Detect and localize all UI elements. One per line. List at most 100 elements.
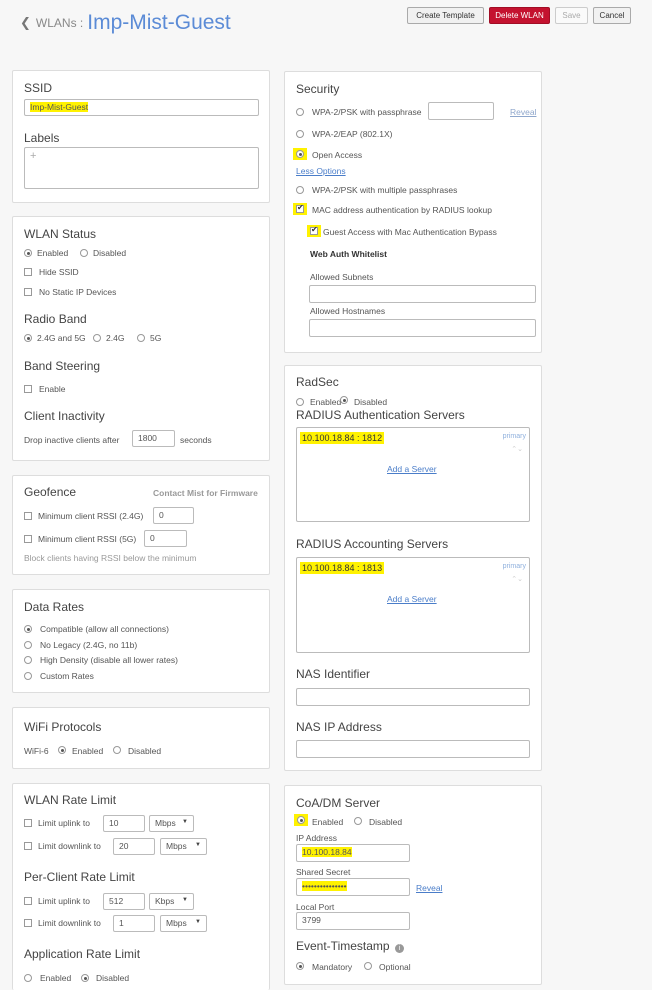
uplink-label: Limit uplink to (38, 818, 90, 828)
acct-server-entry[interactable]: 10.100.18.84 : 1813 (300, 562, 385, 574)
auth-servers-list: 10.100.18.84 : 1812 primary ⌃⌄ Add a Ser… (296, 427, 530, 522)
app-disabled-radio[interactable] (81, 974, 89, 982)
downlink-input[interactable]: 20 (113, 838, 155, 855)
coa-ip-label: IP Address (296, 833, 337, 843)
coa-disabled-radio[interactable] (354, 817, 362, 825)
uplink-input[interactable]: 10 (103, 815, 145, 832)
coa-heading: CoA/DM Server (296, 796, 381, 810)
radsec-enabled-radio[interactable] (296, 398, 304, 406)
nas-ip-input[interactable] (296, 740, 530, 758)
nas-id-input[interactable] (296, 688, 530, 706)
delete-wlan-button[interactable]: Delete WLAN (489, 7, 550, 24)
coa-port-input[interactable]: 3799 (296, 912, 410, 930)
downlink-checkbox[interactable] (24, 842, 32, 850)
less-options-link[interactable]: Less Options (296, 166, 346, 176)
band-steering-label: Enable (39, 384, 66, 394)
open-access-radio[interactable] (296, 150, 304, 158)
wifi6-disabled-radio[interactable] (113, 746, 121, 754)
guest-bypass-label: Guest Access with Mac Authentication Byp… (323, 227, 497, 237)
info-icon[interactable]: i (394, 944, 404, 953)
band-5-label: 5G (150, 333, 162, 343)
acct-add-server-link[interactable]: Add a Server (387, 594, 437, 604)
back-chevron-icon[interactable]: ❮ (20, 15, 31, 31)
min-rssi-5-checkbox[interactable] (24, 535, 32, 543)
coa-enabled-label: Enabled (312, 817, 344, 827)
min-rssi-24-input[interactable]: 0 (153, 507, 194, 524)
mac-auth-label: MAC address authentication by RADIUS loo… (312, 205, 493, 215)
cancel-button[interactable]: Cancel (593, 7, 631, 24)
status-enabled-radio[interactable] (24, 249, 32, 257)
optional-label: Optional (379, 962, 411, 972)
radsec-enabled-label: Enabled (310, 397, 342, 407)
radsec-disabled-radio[interactable] (340, 396, 348, 404)
pc-downlink-input[interactable]: 1 (113, 915, 155, 932)
drop-inactive-unit: seconds (180, 435, 212, 445)
rate-compatible-radio[interactable] (24, 625, 32, 633)
data-rates-card: Data Rates Compatible (allow all connect… (12, 589, 270, 693)
coa-card: CoA/DM Server Enabled Disabled IP Addres… (284, 785, 542, 985)
allowed-subnets-input[interactable] (309, 285, 536, 303)
coa-enabled-radio[interactable] (297, 816, 305, 824)
optional-radio[interactable] (364, 962, 372, 970)
band-steering-checkbox[interactable] (24, 385, 32, 393)
pc-uplink-unit-select[interactable]: Kbps (149, 893, 194, 910)
per-client-heading: Per-Client Rate Limit (24, 870, 135, 884)
band-5-radio[interactable] (137, 334, 145, 342)
wlan-status-card: WLAN Status Enabled Disabled Hide SSID N… (12, 216, 270, 461)
band-24-radio[interactable] (93, 334, 101, 342)
downlink-unit-select[interactable]: Mbps (160, 838, 207, 855)
rate-high-density-radio[interactable] (24, 656, 32, 664)
breadcrumb-wlans[interactable]: WLANs : (36, 16, 83, 30)
downlink-label: Limit downlink to (38, 841, 101, 851)
wpa2-multi-label: WPA-2/PSK with multiple passphrases (312, 185, 458, 195)
band-both-radio[interactable] (24, 334, 32, 342)
hide-ssid-checkbox[interactable] (24, 268, 32, 276)
min-rssi-5-input[interactable]: 0 (144, 530, 187, 547)
rate-no-legacy-radio[interactable] (24, 641, 32, 649)
auth-servers-heading: RADIUS Authentication Servers (296, 408, 465, 422)
coa-reveal-link[interactable]: Reveal (416, 883, 442, 893)
mandatory-label: Mandatory (312, 962, 353, 972)
min-rssi-24-checkbox[interactable] (24, 512, 32, 520)
wpa2-eap-label: WPA-2/EAP (802.1X) (312, 129, 393, 139)
create-template-button[interactable]: Create Template (407, 7, 484, 24)
auth-reorder-icon[interactable]: ⌃⌄ (511, 445, 523, 453)
pc-uplink-checkbox[interactable] (24, 897, 32, 905)
allowed-subnets-label: Allowed Subnets (310, 272, 374, 282)
mandatory-radio[interactable] (296, 962, 304, 970)
reveal-passphrase-link[interactable]: Reveal (510, 107, 536, 117)
app-enabled-radio[interactable] (24, 974, 32, 982)
acct-servers-heading: RADIUS Accounting Servers (296, 537, 449, 551)
coa-ip-input[interactable]: 10.100.18.84 (296, 844, 410, 862)
wpa2-eap-radio[interactable] (296, 130, 304, 138)
coa-secret-input[interactable]: ••••••••••••••• (296, 878, 410, 896)
mac-auth-checkbox[interactable] (296, 203, 304, 213)
status-disabled-radio[interactable] (80, 249, 88, 257)
wifi6-enabled-radio[interactable] (58, 746, 66, 754)
acct-reorder-icon[interactable]: ⌃⌄ (511, 575, 523, 583)
radsec-disabled-label: Disabled (354, 397, 388, 407)
uplink-unit-select[interactable]: Mbps (149, 815, 194, 832)
save-button[interactable]: Save (555, 7, 588, 24)
app-disabled-label: Disabled (96, 973, 130, 983)
auth-add-server-link[interactable]: Add a Server (387, 464, 437, 474)
no-static-ip-checkbox[interactable] (24, 288, 32, 296)
rate-custom-radio[interactable] (24, 672, 32, 680)
labels-input[interactable]: + (24, 147, 259, 189)
guest-bypass-checkbox[interactable] (310, 225, 318, 235)
security-heading: Security (296, 82, 340, 96)
pc-uplink-input[interactable]: 512 (103, 893, 145, 910)
drop-inactive-input[interactable]: 1800 (132, 430, 175, 447)
open-access-label: Open Access (312, 150, 363, 160)
ssid-input[interactable]: Imp-Mist-Guest (24, 99, 259, 116)
pc-downlink-checkbox[interactable] (24, 919, 32, 927)
auth-server-entry[interactable]: 10.100.18.84 : 1812 (300, 432, 385, 444)
client-inactivity-heading: Client Inactivity (24, 409, 105, 423)
passphrase-input[interactable] (428, 102, 494, 120)
wpa2-multi-radio[interactable] (296, 186, 304, 194)
pc-downlink-unit-select[interactable]: Mbps (160, 915, 207, 932)
whitelist-heading: Web Auth Whitelist (310, 249, 387, 259)
uplink-checkbox[interactable] (24, 819, 32, 827)
allowed-hostnames-input[interactable] (309, 319, 536, 337)
wpa2-psk-radio[interactable] (296, 108, 304, 116)
